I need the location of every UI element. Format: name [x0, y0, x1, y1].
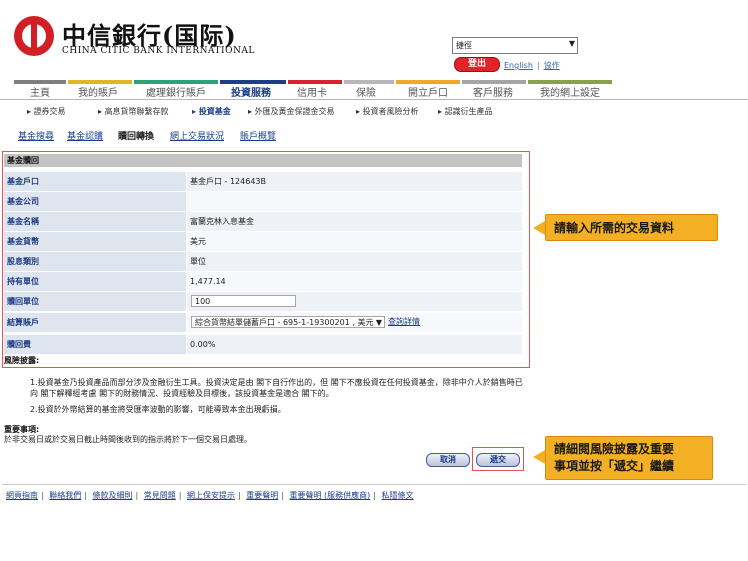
- cancel-button[interactable]: 取消: [426, 453, 470, 467]
- row-label: 基金戶口: [4, 172, 186, 191]
- subnav-item-deposits[interactable]: ▸ 高息貨幣聯繫存款: [98, 106, 169, 117]
- nav-item-online-settings[interactable]: 我的網上設定: [540, 84, 600, 99]
- sub-nav: ▸ 證券交易 ▸ 高息貨幣聯繫存款 ▸ 投資基金 ▸ 外匯及黃金保證金交易 ▸ …: [0, 106, 748, 118]
- subnav-item-derivatives[interactable]: ▸ 認識衍生產品: [438, 106, 493, 117]
- quicklink-value: 捷徑: [456, 41, 472, 50]
- callout-line: 請細閱風險披露及重要: [554, 442, 675, 456]
- footer-link-security-tips[interactable]: 網上保安提示: [187, 491, 235, 500]
- footer-separator: |: [41, 491, 44, 500]
- tab-account-overview[interactable]: 賬戶概覽: [240, 129, 276, 142]
- chevron-down-icon: ▼: [568, 39, 575, 48]
- top-links: English | 協作: [504, 60, 560, 71]
- form-row-fund-currency: 基金貨幣 美元: [4, 232, 522, 251]
- row-value: 0.00%: [187, 335, 522, 354]
- notice-text: 於非交易日或於交易日截止時間後收到的指示將於下一個交易日處理。: [4, 435, 252, 444]
- nav-item-open-account[interactable]: 開立戶口: [408, 84, 448, 99]
- risk-paragraph-1: 1.投資基金乃投資產品而部分涉及金融衍生工具。投資決定是由 閣下自行作出的，但 …: [30, 378, 523, 398]
- footer-link-faq[interactable]: 常見問題: [144, 491, 176, 500]
- chevron-down-icon: ▼: [375, 318, 382, 327]
- help-link[interactable]: 協作: [544, 61, 560, 70]
- row-label: 贖回單位: [4, 292, 186, 311]
- form-row-dividend-type: 股息類別 單位: [4, 252, 522, 271]
- footer-link-contact[interactable]: 聯絡我們: [49, 491, 81, 500]
- form-row-units-held: 持有單位 1,477.14: [4, 272, 522, 291]
- submit-button[interactable]: 遞交: [476, 453, 520, 467]
- callout-arrow: [533, 221, 545, 235]
- footer-separator: |: [281, 491, 284, 500]
- footer-separator: |: [238, 491, 241, 500]
- nav-item-investment[interactable]: 投資服務: [231, 84, 271, 99]
- form-row-fund-account: 基金戶口 基金戶口 - 124643B: [4, 172, 522, 191]
- logout-button[interactable]: 登出: [454, 57, 500, 72]
- nav-item-credit-card[interactable]: 信用卡: [297, 84, 327, 99]
- footer-divider: [2, 484, 746, 485]
- row-value: 1,477.14: [187, 272, 522, 291]
- quicklink-select[interactable]: 捷徑 ▼: [452, 37, 578, 54]
- nav-item-my-accounts[interactable]: 我的賬戶: [78, 84, 118, 99]
- callout-read-risk: 請細閱風險披露及重要 事項並按「遞交」繼續: [545, 436, 713, 480]
- tab-redeem-switch[interactable]: 贖回轉換: [118, 129, 154, 142]
- brand-logo-icon: [14, 16, 54, 56]
- settlement-account-select[interactable]: 綜合貨幣結單儲蓄戶口 - 695-1-19300201 , 美元 ▼: [191, 316, 385, 328]
- footer-link-disclaimer-provider[interactable]: 重要聲明 (服務供應商): [290, 491, 371, 500]
- nav-item-customer-service[interactable]: 客戶服務: [473, 84, 513, 99]
- row-label: 基金名稱: [4, 212, 186, 231]
- nav-item-home[interactable]: 主頁: [30, 84, 50, 99]
- footer-link-site-guide[interactable]: 網頁指南: [6, 491, 38, 500]
- callout-enter-details: 請輸入所需的交易資料: [545, 214, 718, 241]
- redeem-units-input[interactable]: 100: [191, 295, 296, 307]
- brand-name-en: CHINA CITIC BANK INTERNATIONAL: [62, 46, 255, 56]
- footer-link-privacy[interactable]: 私隱條文: [382, 491, 414, 500]
- row-label: 贖回費: [4, 335, 186, 354]
- risk-paragraph-2: 2.投資於外幣結算的基金將受匯率波動的影響，可能導致本金出現虧損。: [30, 405, 286, 414]
- subnav-item-risk-profile[interactable]: ▸ 投資者風險分析: [356, 106, 419, 117]
- tab-fund-subscribe[interactable]: 基金認購: [67, 129, 103, 142]
- footer-separator: |: [135, 491, 139, 500]
- tab-fund-search[interactable]: 基金搜尋: [18, 129, 54, 142]
- link-separator: |: [536, 61, 540, 70]
- footer-link-terms[interactable]: 條款及細則: [93, 491, 133, 500]
- nav-divider: [0, 99, 748, 100]
- footer-separator: |: [84, 491, 87, 500]
- row-value: 單位: [187, 252, 522, 271]
- main-nav: 主頁 我的賬戶 處理銀行賬戶 投資服務 信用卡 保險 開立戶口 客戶服務 我的網…: [0, 84, 748, 99]
- row-value: 基金戶口 - 124643B: [187, 172, 522, 191]
- form-title: 基金贖回: [4, 154, 522, 167]
- footer-separator: |: [178, 491, 182, 500]
- tab-online-status[interactable]: 網上交易狀況: [170, 129, 224, 142]
- row-label: 股息類別: [4, 252, 186, 271]
- form-row-settlement-account: 結算賬戶 綜合貨幣結單儲蓄戶口 - 695-1-19300201 , 美元 ▼ …: [4, 313, 522, 332]
- form-row-fund-name: 基金名稱 富蘭克林入息基金: [4, 212, 522, 231]
- row-label: 結算賬戶: [4, 313, 186, 332]
- footer-separator: |: [373, 491, 376, 500]
- query-details-link[interactable]: 查詢詳情: [388, 316, 420, 327]
- subnav-item-securities[interactable]: ▸ 證券交易: [27, 106, 66, 117]
- form-row-fund-company: 基金公司: [4, 192, 522, 211]
- row-value: [187, 192, 522, 211]
- nav-item-insurance[interactable]: 保險: [356, 84, 376, 99]
- row-label: 基金貨幣: [4, 232, 186, 251]
- form-row-redemption-fee: 贖回費 0.00%: [4, 335, 522, 354]
- english-link[interactable]: English: [504, 61, 533, 70]
- row-value: 富蘭克林入息基金: [187, 212, 522, 231]
- row-label: 持有單位: [4, 272, 186, 291]
- callout-line: 事項並按「遞交」繼續: [554, 459, 675, 473]
- footer-links: 網頁指南 | 聯絡我們 | 條款及細則 | 常見問題 | 網上保安提示 | 重要聲明 | 重…: [6, 490, 414, 501]
- form-row-redeem-units: 贖回單位 100: [4, 292, 522, 311]
- callout-arrow: [533, 450, 545, 464]
- footer-link-disclaimer[interactable]: 重要聲明: [246, 491, 278, 500]
- subnav-item-fx-margin[interactable]: ▸ 外匯及黃金保證金交易: [248, 106, 335, 117]
- row-label: 基金公司: [4, 192, 186, 211]
- risk-title: 風險披露:: [4, 356, 40, 365]
- row-value: 美元: [187, 232, 522, 251]
- nav-item-banking[interactable]: 處理銀行賬戶: [146, 84, 206, 99]
- settlement-account-value: 綜合貨幣結單儲蓄戶口 - 695-1-19300201 , 美元: [195, 318, 374, 327]
- subnav-item-funds[interactable]: ▸ 投資基金: [192, 106, 231, 117]
